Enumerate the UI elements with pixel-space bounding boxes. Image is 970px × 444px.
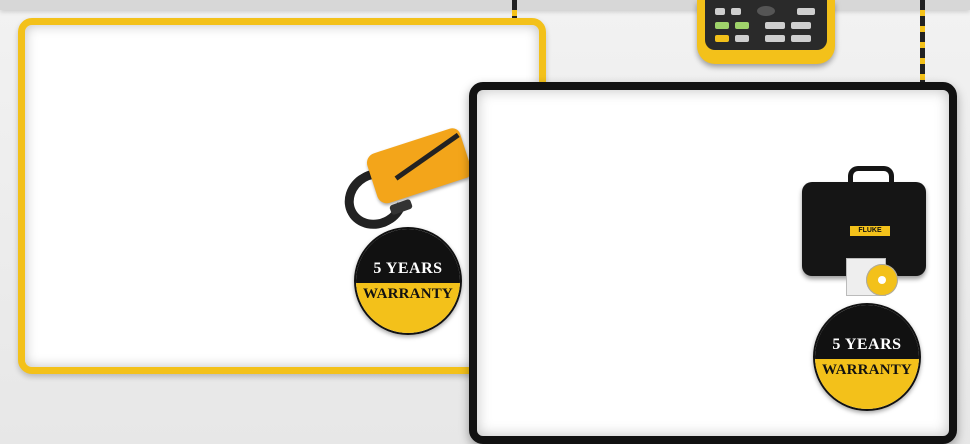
case-handle: [848, 166, 894, 191]
oscilloscope-key: [715, 35, 729, 42]
oscilloscope-key: [735, 35, 749, 42]
oscilloscope-key: [735, 22, 749, 29]
oscilloscope-key: [765, 22, 785, 29]
badge-warranty-text: WARRANTY: [363, 286, 453, 302]
warranty-badge-left: 5 YEARS WARRANTY: [354, 227, 462, 335]
oscilloscope-key: [791, 22, 811, 29]
case-brand-label: FLUKE: [850, 226, 890, 236]
dashed-connector-left: [512, 0, 517, 18]
oscilloscope-image: [697, 0, 835, 64]
oscilloscope-key: [797, 8, 815, 15]
oscilloscope-key: [765, 35, 785, 42]
software-cd-image: [866, 264, 898, 296]
badge-years-text: 5 YEARS: [373, 260, 443, 277]
product-panel-left: [18, 18, 546, 374]
oscilloscope-key: [731, 8, 741, 15]
oscilloscope-face: [705, 0, 827, 50]
oscilloscope-key: [715, 8, 725, 15]
oscilloscope-dial: [757, 6, 775, 16]
warranty-badge-right: 5 YEARS WARRANTY: [813, 303, 921, 411]
badge-warranty-text: WARRANTY: [822, 362, 912, 378]
dashed-connector-right: [920, 0, 925, 82]
oscilloscope-key: [715, 22, 729, 29]
badge-years-text: 5 YEARS: [832, 336, 902, 353]
oscilloscope-key: [791, 35, 811, 42]
